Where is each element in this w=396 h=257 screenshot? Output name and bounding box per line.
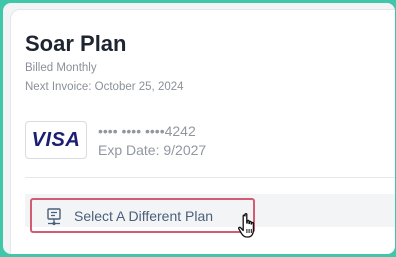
masked-card-number: •••• •••• ••••4242 [98,123,196,139]
divider [25,177,395,178]
next-invoice-date: Next Invoice: October 25, 2024 [25,81,184,93]
visa-brand-text: VISA [31,128,81,151]
plan-selector-icon [47,208,61,226]
billing-frequency: Billed Monthly [25,62,97,74]
plan-name: Soar Plan [25,31,127,56]
select-plan-label: Select A Different Plan [74,208,214,224]
hand-pointer-icon [238,213,255,238]
select-different-plan-button[interactable]: Select A Different Plan [30,198,255,233]
billing-panel: Soar Plan Billed Monthly Next Invoice: O… [3,3,395,254]
card-expiry: Exp Date: 9/2027 [98,142,207,158]
visa-logo: VISA [25,121,87,159]
